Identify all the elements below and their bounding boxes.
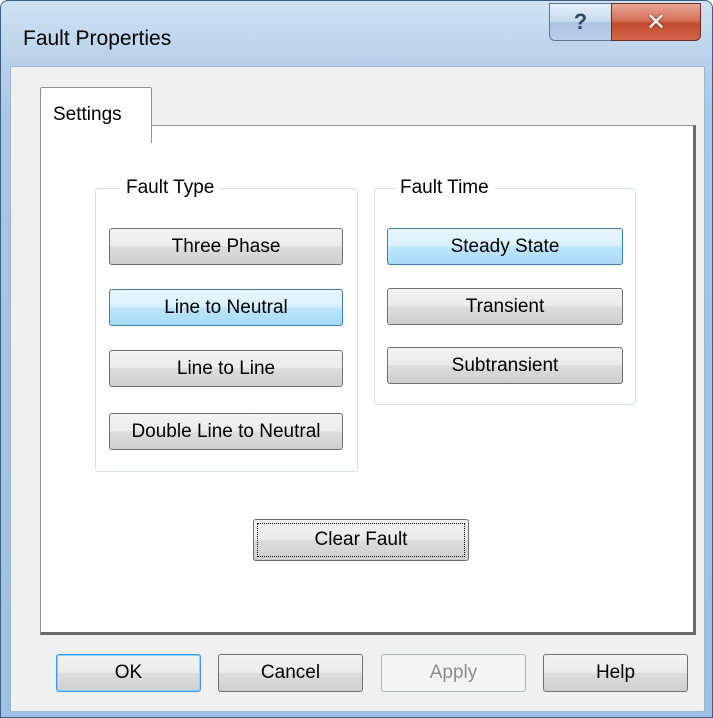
help-button[interactable]: Help: [543, 654, 688, 692]
dialog-client-area: Settings Fault Type Three Phase Line to …: [10, 66, 705, 712]
fault-type-title: Fault Type: [121, 177, 220, 199]
tab-settings-label: Settings: [53, 104, 122, 125]
dialog-window: Fault Properties ? ✕ Settings Fault Type…: [0, 0, 713, 718]
line-to-neutral-button[interactable]: Line to Neutral: [109, 289, 343, 326]
fault-time-title: Fault Time: [395, 177, 494, 199]
line-to-line-button[interactable]: Line to Line: [109, 350, 343, 387]
help-title-button[interactable]: ?: [549, 3, 611, 41]
window-title: Fault Properties: [23, 27, 172, 50]
clear-fault-button[interactable]: Clear Fault: [253, 519, 469, 561]
close-button[interactable]: ✕: [611, 3, 701, 41]
three-phase-button[interactable]: Three Phase: [109, 228, 343, 265]
subtransient-button[interactable]: Subtransient: [387, 347, 623, 384]
double-line-to-neutral-button[interactable]: Double Line to Neutral: [109, 413, 343, 450]
close-icon: ✕: [645, 8, 667, 36]
tab-settings[interactable]: Settings: [40, 87, 152, 143]
fault-time-group: Fault Time Steady State Transient Subtra…: [374, 177, 636, 405]
apply-button[interactable]: Apply: [381, 654, 526, 692]
settings-panel: Fault Type Three Phase Line to Neutral L…: [40, 125, 696, 635]
steady-state-button[interactable]: Steady State: [387, 228, 623, 265]
title-bar[interactable]: Fault Properties ? ✕: [1, 1, 712, 65]
fault-type-group: Fault Type Three Phase Line to Neutral L…: [95, 177, 358, 472]
cancel-button[interactable]: Cancel: [218, 654, 363, 692]
ok-button[interactable]: OK: [56, 654, 201, 692]
transient-button[interactable]: Transient: [387, 288, 623, 325]
help-icon: ?: [573, 9, 588, 34]
